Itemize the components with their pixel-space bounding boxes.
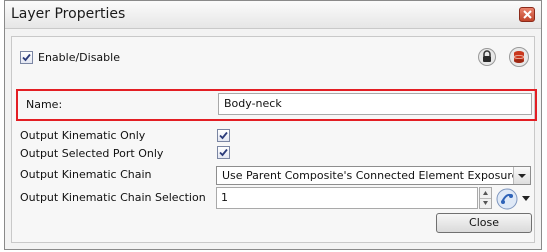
window-close-button[interactable]	[519, 7, 535, 22]
output-kinematic-only-checkbox[interactable]	[217, 129, 230, 142]
window-title: Layer Properties	[11, 6, 126, 22]
arrow-up-icon	[483, 191, 488, 195]
output-kinematic-chain-value: Use Parent Composite's Connected Element…	[222, 169, 519, 182]
name-input[interactable]: Body-neck	[218, 93, 532, 115]
enable-label: Enable/Disable	[38, 51, 120, 64]
close-button[interactable]: Close	[436, 213, 532, 233]
output-kinematic-chain-select[interactable]: Use Parent Composite's Connected Element…	[216, 166, 531, 185]
database-icon[interactable]	[509, 46, 529, 68]
chain-select-icon[interactable]	[496, 188, 518, 210]
checkmark-icon	[219, 131, 228, 140]
chain-selection-spinner[interactable]	[479, 187, 492, 209]
title-bar: Layer Properties	[5, 1, 541, 29]
close-icon	[523, 10, 532, 19]
chain-selection-input[interactable]: 1	[216, 187, 478, 209]
output-selected-port-only-label: Output Selected Port Only	[20, 147, 164, 160]
spinner-down[interactable]	[480, 198, 491, 208]
lock-icon[interactable]	[478, 47, 496, 67]
arrow-down-icon	[483, 201, 488, 205]
output-kinematic-chain-selection-label: Output Kinematic Chain Selection	[20, 191, 206, 204]
name-label: Name:	[26, 98, 63, 111]
checkmark-icon	[219, 148, 228, 157]
output-kinematic-only-label: Output Kinematic Only	[20, 129, 146, 142]
layer-properties-dialog: Layer Properties Enable/Disable Name: Bo…	[4, 0, 542, 250]
enable-checkbox[interactable]	[20, 51, 33, 64]
dropdown-arrow[interactable]	[513, 167, 530, 184]
chevron-down-icon	[518, 174, 526, 178]
output-selected-port-only-checkbox[interactable]	[217, 146, 230, 159]
properties-panel: Enable/Disable Name: Body-neck Output Ki…	[11, 36, 537, 243]
name-highlight-box: Name: Body-neck	[16, 89, 537, 121]
checkmark-icon	[22, 53, 31, 62]
output-kinematic-chain-label: Output Kinematic Chain	[20, 168, 152, 181]
chevron-down-icon[interactable]	[521, 195, 531, 203]
